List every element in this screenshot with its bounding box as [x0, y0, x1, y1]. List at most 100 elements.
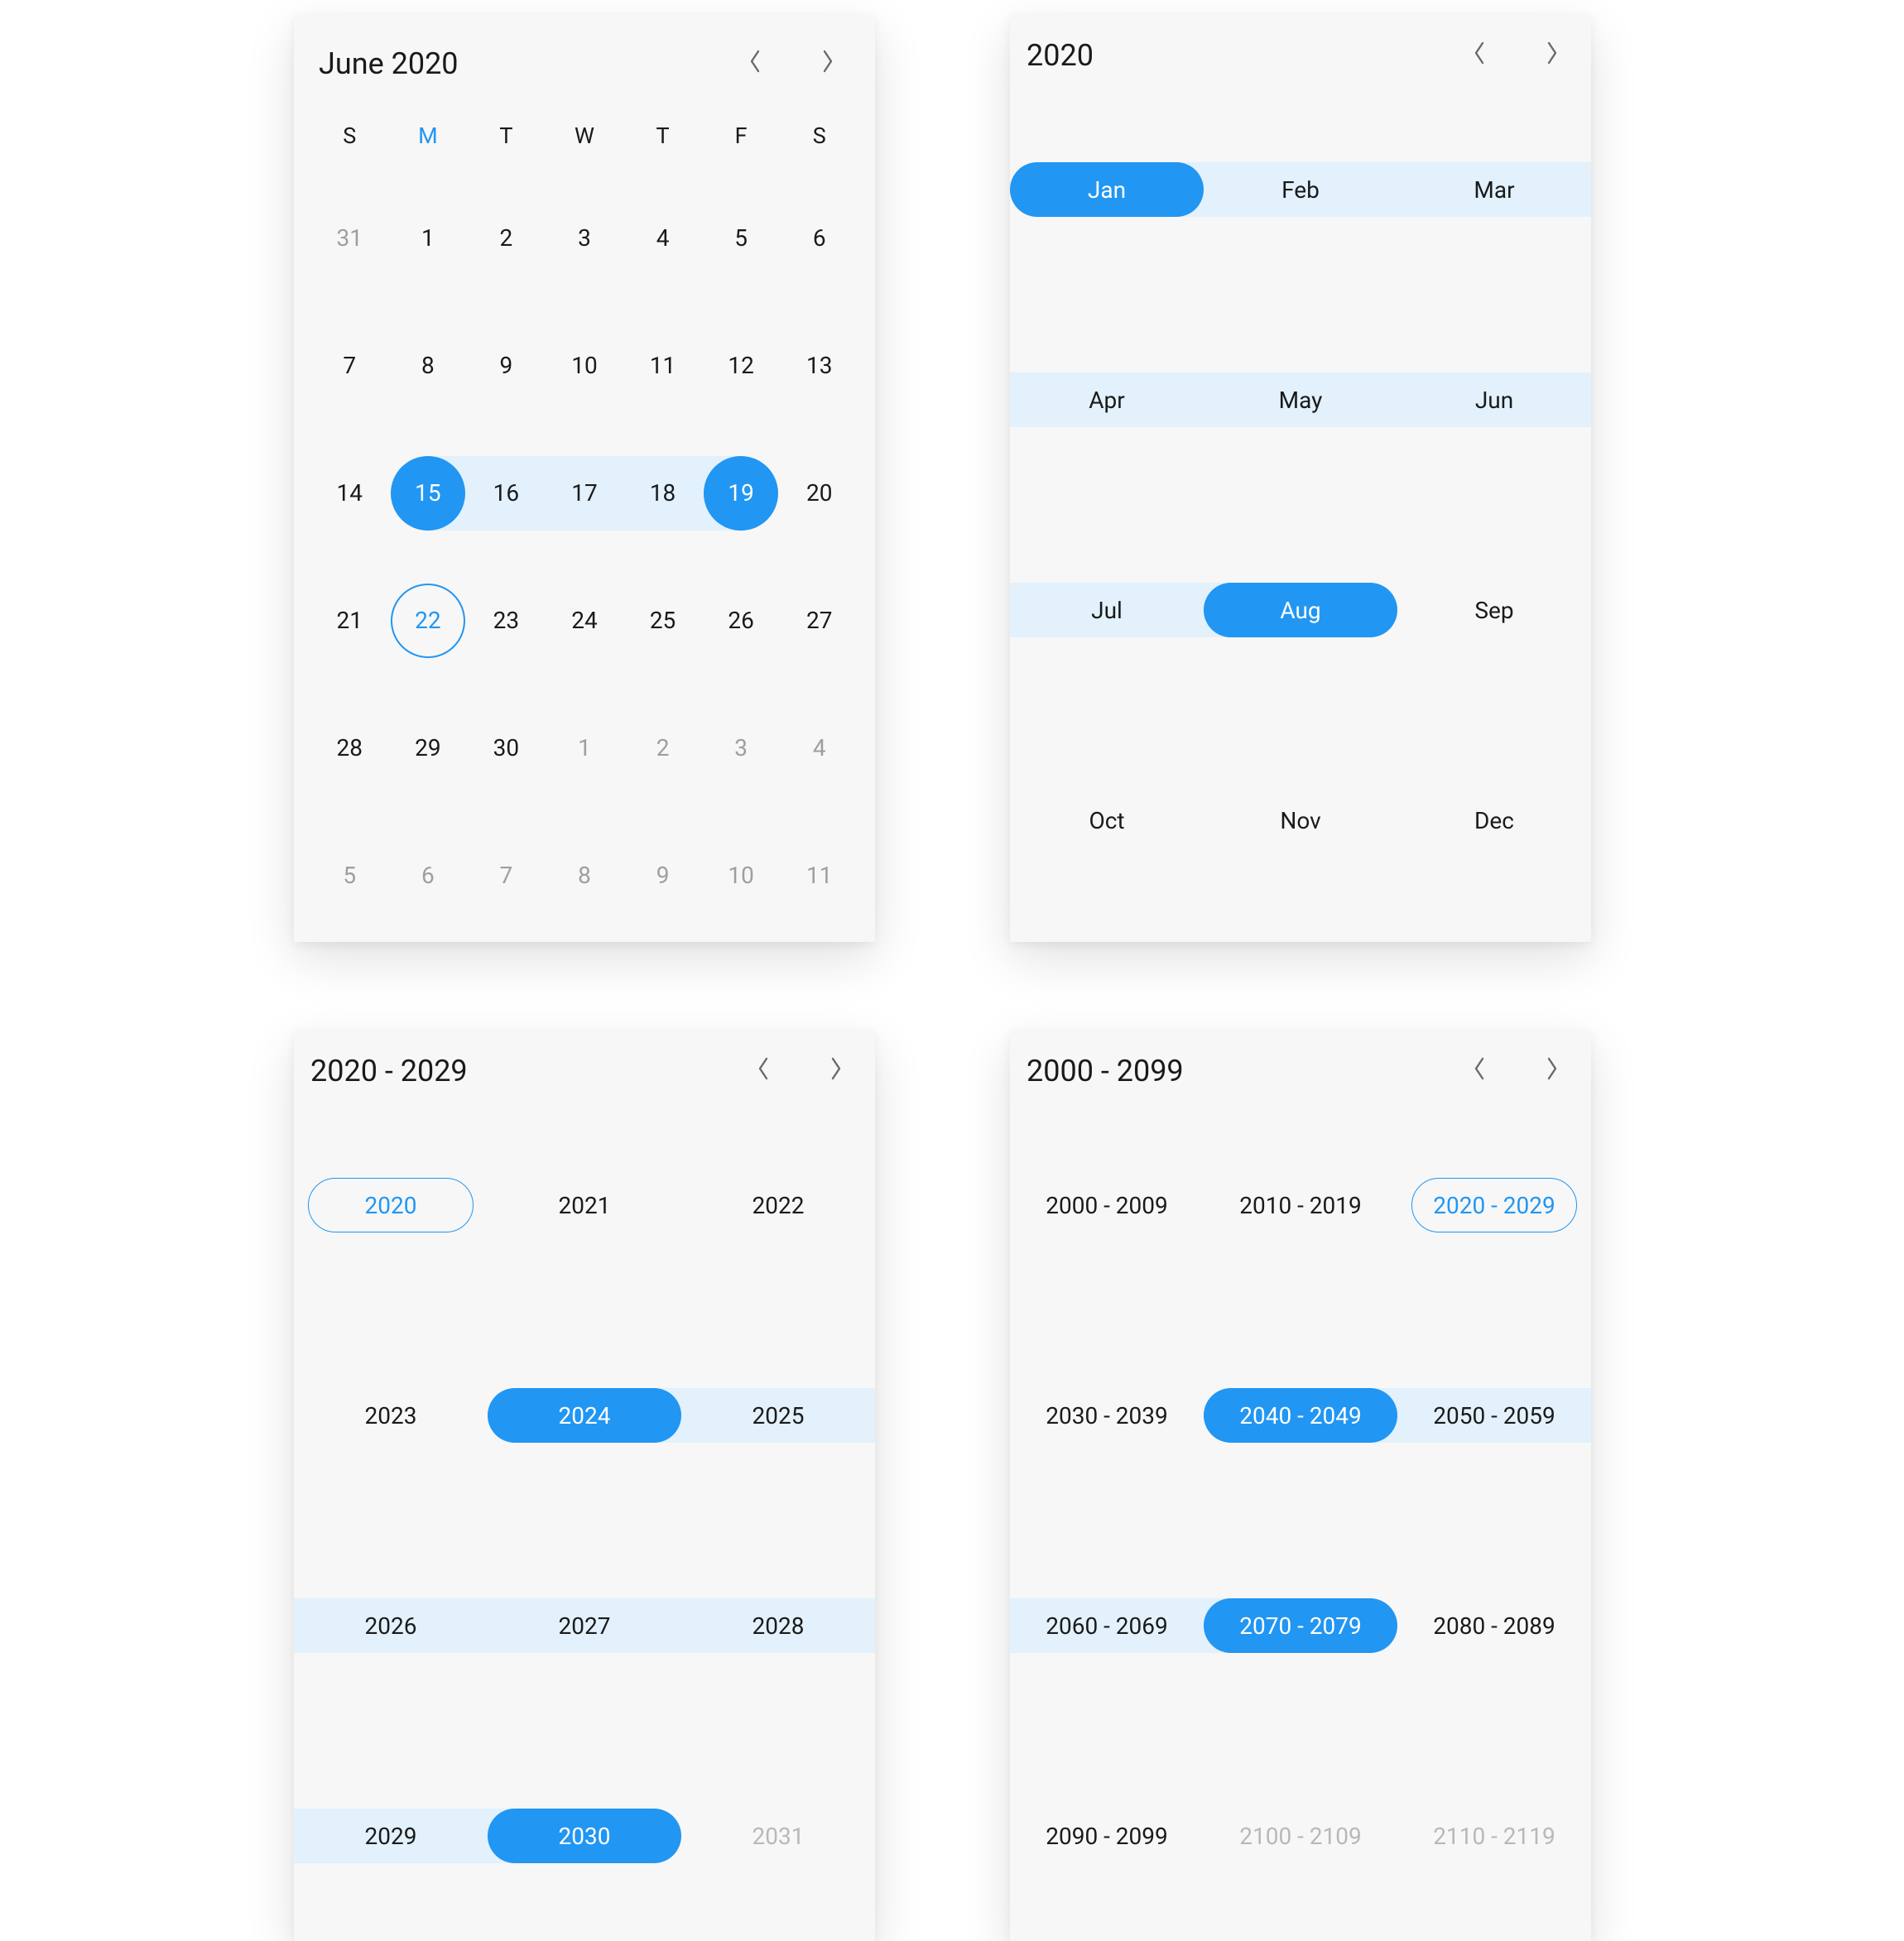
decade-cell[interactable]: 2060 - 2069	[1010, 1598, 1204, 1653]
month-cell[interactable]: Jun	[1397, 372, 1591, 427]
year-cell[interactable]: 2029	[294, 1809, 488, 1863]
month-picker-title[interactable]: 2020	[1027, 38, 1429, 73]
year-picker-title[interactable]: 2020 - 2029	[310, 1054, 713, 1088]
calendar-day-cell[interactable]: 26	[704, 584, 778, 658]
month-cell-wrap: Nov	[1204, 715, 1397, 925]
calendar-day-cell[interactable]: 1	[391, 201, 465, 276]
year-cell-wrap: 2030	[488, 1731, 681, 1941]
prev-month-button[interactable]	[733, 41, 777, 86]
decade-cell[interactable]: 2010 - 2019	[1204, 1178, 1397, 1232]
calendar-day-cell[interactable]: 11	[782, 838, 857, 913]
next-year-button[interactable]	[1530, 33, 1575, 78]
calendar-day-cell[interactable]: 29	[391, 711, 465, 786]
decade-cell[interactable]: 2080 - 2089	[1397, 1598, 1591, 1653]
year-cell[interactable]: 2031	[681, 1809, 875, 1863]
calendar-day-cell[interactable]: 4	[782, 711, 857, 786]
decade-cell[interactable]: 2040 - 2049	[1204, 1388, 1397, 1443]
chevron-right-icon	[821, 48, 834, 79]
calendar-day-cell[interactable]: 28	[312, 711, 387, 786]
calendar-day-cell[interactable]: 11	[626, 329, 700, 403]
calendar-day-cell[interactable]: 20	[782, 456, 857, 531]
decade-cell-wrap: 2010 - 2019	[1204, 1100, 1397, 1310]
calendar-day-cell[interactable]: 6	[782, 201, 857, 276]
year-cell[interactable]: 2030	[488, 1809, 681, 1863]
year-cell-wrap: 2028	[681, 1521, 875, 1731]
calendar-day-cell[interactable]: 4	[626, 201, 700, 276]
calendar-day-cell[interactable]: 24	[547, 584, 622, 658]
month-cell[interactable]: Nov	[1204, 793, 1397, 848]
calendar-day-cell[interactable]: 7	[469, 838, 543, 913]
month-cell[interactable]: Mar	[1397, 162, 1591, 217]
year-cell[interactable]: 2025	[681, 1388, 875, 1443]
calendar-day-cell[interactable]: 7	[312, 329, 387, 403]
calendar-day-cell[interactable]: 16	[469, 456, 543, 531]
calendar-day-cell[interactable]: 23	[469, 584, 543, 658]
calendar-day-cell[interactable]: 8	[391, 329, 465, 403]
month-cell[interactable]: Oct	[1010, 793, 1204, 848]
calendar-day-cell[interactable]: 17	[547, 456, 622, 531]
calendar-day-cell[interactable]: 14	[312, 456, 387, 531]
year-cell[interactable]: 2027	[488, 1598, 681, 1653]
decade-cell[interactable]: 2070 - 2079	[1204, 1598, 1397, 1653]
calendar-day-cell[interactable]: 22	[391, 584, 465, 658]
calendar-day-cell[interactable]: 3	[704, 711, 778, 786]
month-cell[interactable]: Jan	[1010, 162, 1204, 217]
calendar-day-cell[interactable]: 18	[626, 456, 700, 531]
year-cell[interactable]: 2020	[308, 1178, 474, 1232]
next-decade-button[interactable]	[814, 1049, 858, 1093]
calendar-day-cell[interactable]: 25	[626, 584, 700, 658]
calendar-day-cell[interactable]: 2	[469, 201, 543, 276]
day-of-week-header: T	[623, 109, 702, 162]
calendar-day-cell[interactable]: 9	[469, 329, 543, 403]
next-century-button[interactable]	[1530, 1049, 1575, 1093]
month-cell[interactable]: Sep	[1397, 583, 1591, 637]
month-cell[interactable]: Feb	[1204, 162, 1397, 217]
decade-cell[interactable]: 2000 - 2009	[1010, 1178, 1204, 1232]
calendar-day-cell[interactable]: 21	[312, 584, 387, 658]
decade-cell[interactable]: 2090 - 2099	[1010, 1809, 1204, 1863]
calendar-day-cell[interactable]: 31	[312, 201, 387, 276]
calendar-day-cell[interactable]: 5	[312, 838, 387, 913]
calendar-day-cell[interactable]: 19	[704, 456, 778, 531]
year-cell[interactable]: 2022	[681, 1178, 875, 1232]
year-cell-wrap: 2021	[488, 1100, 681, 1310]
year-cell-wrap: 2031	[681, 1731, 875, 1941]
calendar-day-cell[interactable]: 3	[547, 201, 622, 276]
calendar-day-cell[interactable]: 8	[547, 838, 622, 913]
calendar-day-cell[interactable]: 12	[704, 329, 778, 403]
decade-cell[interactable]: 2100 - 2109	[1204, 1809, 1397, 1863]
year-cell[interactable]: 2023	[294, 1388, 488, 1443]
calendar-day-cell[interactable]: 10	[547, 329, 622, 403]
prev-century-button[interactable]	[1457, 1049, 1502, 1093]
year-cell[interactable]: 2021	[488, 1178, 681, 1232]
prev-decade-button[interactable]	[741, 1049, 786, 1093]
next-month-button[interactable]	[805, 41, 850, 86]
decade-cell[interactable]: 2030 - 2039	[1010, 1388, 1204, 1443]
month-cell[interactable]: May	[1204, 372, 1397, 427]
calendar-day-cell[interactable]: 30	[469, 711, 543, 786]
calendar-day-cell[interactable]: 15	[391, 456, 465, 531]
decade-cell[interactable]: 2110 - 2119	[1397, 1809, 1591, 1863]
decade-cell[interactable]: 2050 - 2059	[1397, 1388, 1591, 1443]
calendar-day-cell[interactable]: 13	[782, 329, 857, 403]
calendar-day-cell[interactable]: 10	[704, 838, 778, 913]
month-cell[interactable]: Apr	[1010, 372, 1204, 427]
year-cell[interactable]: 2024	[488, 1388, 681, 1443]
calendar-title[interactable]: June 2020	[319, 46, 704, 81]
calendar-day-cell[interactable]: 5	[704, 201, 778, 276]
calendar-day-cell[interactable]: 9	[626, 838, 700, 913]
month-cell-wrap: Jun	[1397, 295, 1591, 505]
decade-picker-title[interactable]: 2000 - 2099	[1027, 1054, 1429, 1088]
year-cell[interactable]: 2026	[294, 1598, 488, 1653]
month-cell[interactable]: Aug	[1204, 583, 1397, 637]
decade-cell-wrap: 2060 - 2069	[1010, 1521, 1204, 1731]
calendar-day-cell[interactable]: 27	[782, 584, 857, 658]
decade-cell[interactable]: 2020 - 2029	[1411, 1178, 1577, 1232]
calendar-day-cell[interactable]: 2	[626, 711, 700, 786]
prev-year-button[interactable]	[1457, 33, 1502, 78]
month-cell[interactable]: Dec	[1397, 793, 1591, 848]
month-cell[interactable]: Jul	[1010, 583, 1204, 637]
calendar-day-cell[interactable]: 6	[391, 838, 465, 913]
year-cell[interactable]: 2028	[681, 1598, 875, 1653]
calendar-day-cell[interactable]: 1	[547, 711, 622, 786]
